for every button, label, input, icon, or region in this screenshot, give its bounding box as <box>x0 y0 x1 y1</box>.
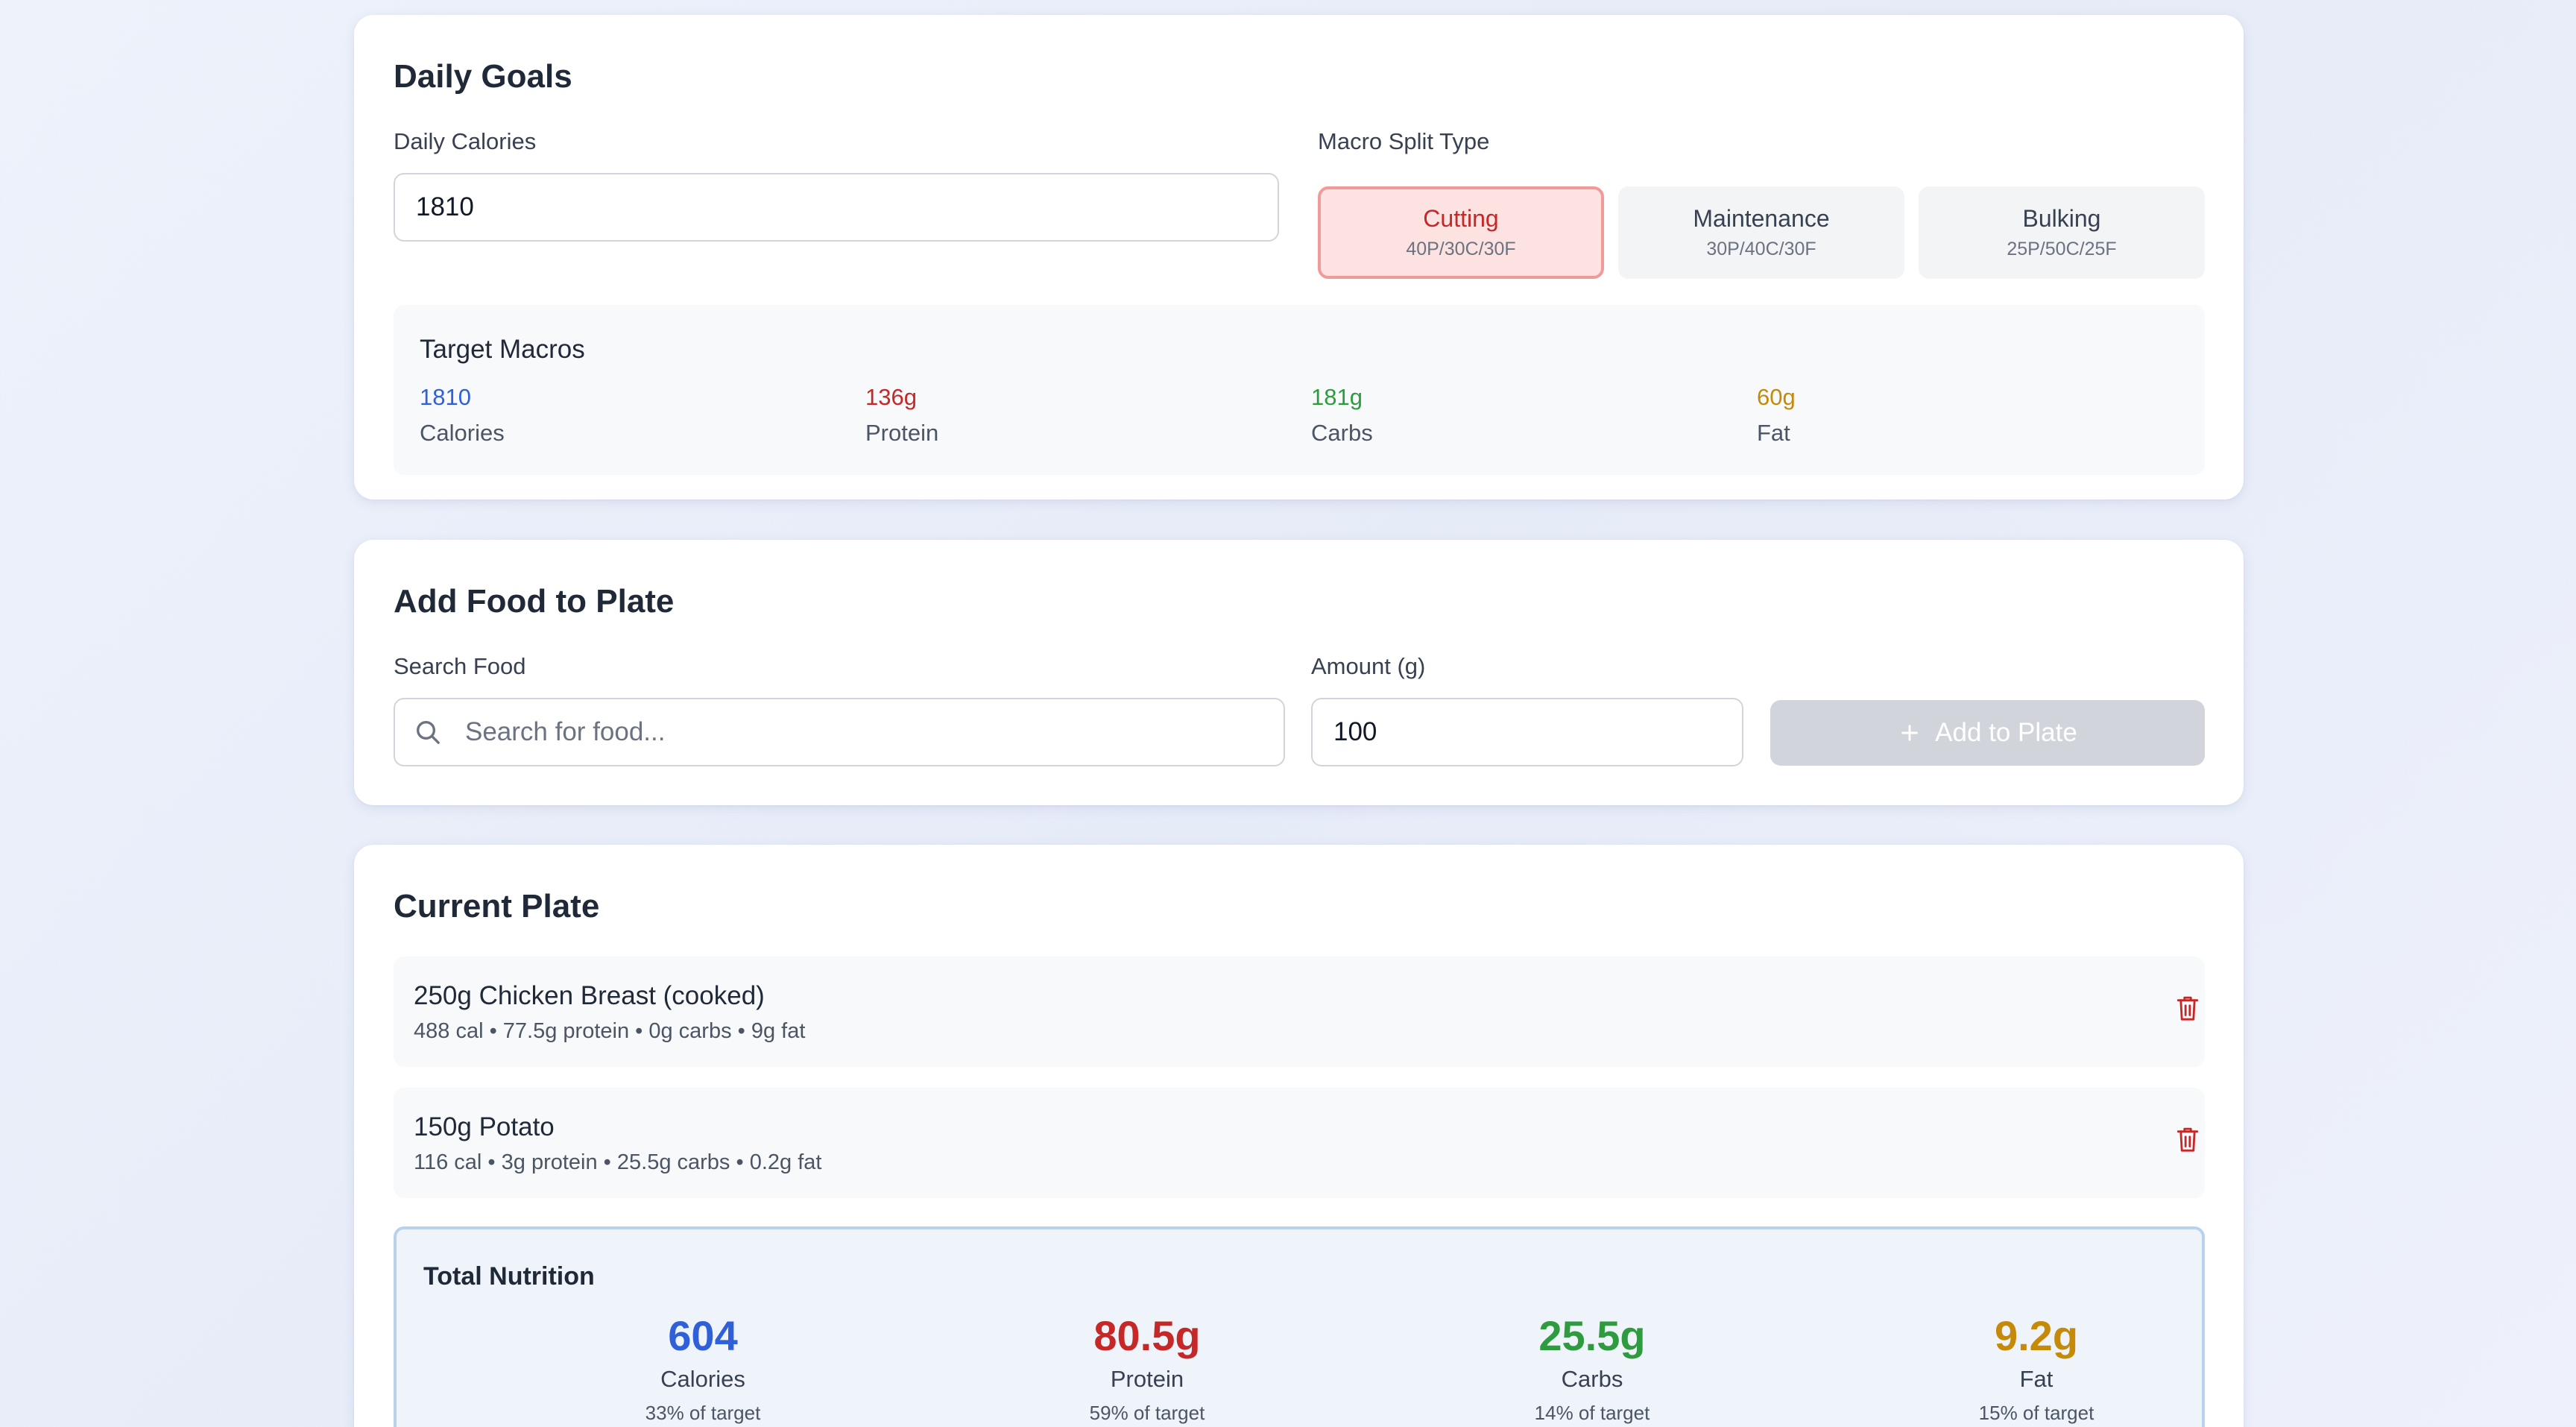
total-fat-value: 9.2g <box>1994 1312 2079 1359</box>
split-ratio: 30P/40C/30F <box>1706 239 1816 259</box>
target-carbs-label: Carbs <box>1311 420 1373 446</box>
target-carbs: 181g Carbs <box>1311 384 1373 447</box>
split-ratio: 40P/30C/30F <box>1406 239 1516 259</box>
search-icon <box>413 717 443 747</box>
search-food-label: Search Food <box>394 653 526 679</box>
total-carbs-label: Carbs <box>1561 1366 1623 1392</box>
plate-item-detail: 116 cal • 3g protein • 25.5g carbs • 0.2… <box>414 1150 822 1174</box>
amount-label: Amount (g) <box>1311 653 1426 679</box>
total-protein-pct: 59% of target <box>1089 1402 1205 1424</box>
target-calories-label: Calories <box>420 420 505 446</box>
total-fat-pct: 15% of target <box>1978 1402 2094 1424</box>
split-ratio: 25P/50C/25F <box>2007 239 2117 259</box>
daily-calories-label: Daily Calories <box>394 128 537 154</box>
split-name: Bulking <box>2022 205 2101 232</box>
plate-item: 250g Chicken Breast (cooked) 488 cal • 7… <box>394 957 2205 1067</box>
total-fat-label: Fat <box>2019 1366 2053 1392</box>
macro-split-label: Macro Split Type <box>1318 128 1490 154</box>
total-protein-value: 80.5g <box>1093 1312 1201 1359</box>
target-protein: 136g Protein <box>865 384 938 447</box>
target-calories: 1810 Calories <box>420 384 505 447</box>
target-fat-value: 60g <box>1757 384 1796 410</box>
add-to-plate-button[interactable]: Add to Plate <box>1770 700 2205 766</box>
total-carbs: 25.5g Carbs 14% of target <box>1443 1311 1741 1425</box>
plus-icon <box>1898 721 1922 745</box>
search-food-input[interactable]: Search for food... <box>394 698 1285 766</box>
total-calories-pct: 33% of target <box>645 1402 761 1424</box>
target-fat: 60g Fat <box>1757 384 1796 447</box>
target-calories-value: 1810 <box>420 384 471 410</box>
target-protein-value: 136g <box>865 384 917 410</box>
plate-item-title: 250g Chicken Breast (cooked) <box>414 981 765 1010</box>
total-carbs-value: 25.5g <box>1538 1312 1646 1359</box>
total-calories: 604 Calories 33% of target <box>554 1311 852 1425</box>
current-plate-card: Current Plate 250g Chicken Breast (cooke… <box>354 845 2244 1427</box>
current-plate-title: Current Plate <box>394 888 600 924</box>
daily-calories-input[interactable]: 1810 <box>394 173 1279 242</box>
total-fat: 9.2g Fat 15% of target <box>1887 1311 2185 1425</box>
trash-icon[interactable] <box>2175 1125 2206 1161</box>
target-macros-panel: Target Macros 1810 Calories 136g Protein… <box>394 305 2205 475</box>
daily-goals-card: Daily Goals Daily Calories 1810 Macro Sp… <box>354 15 2244 500</box>
total-carbs-pct: 14% of target <box>1534 1402 1650 1424</box>
plate-item-detail: 488 cal • 77.5g protein • 0g carbs • 9g … <box>414 1019 806 1043</box>
split-cutting-button[interactable]: Cutting 40P/30C/30F <box>1318 186 1604 279</box>
split-maintenance-button[interactable]: Maintenance 30P/40C/30F <box>1618 186 1904 279</box>
plate-item: 150g Potato 116 cal • 3g protein • 25.5g… <box>394 1088 2205 1198</box>
amount-input[interactable]: 100 <box>1311 698 1743 766</box>
split-name: Maintenance <box>1693 205 1830 232</box>
trash-icon[interactable] <box>2175 994 2206 1030</box>
add-food-card: Add Food to Plate Search Food Search for… <box>354 540 2244 805</box>
split-bulking-button[interactable]: Bulking 25P/50C/25F <box>1919 186 2205 279</box>
target-macros-title: Target Macros <box>420 335 585 364</box>
target-carbs-value: 181g <box>1311 384 1363 410</box>
total-calories-label: Calories <box>660 1366 745 1392</box>
search-placeholder: Search for food... <box>465 717 666 746</box>
total-nutrition-panel: Total Nutrition 604 Calories 33% of targ… <box>394 1226 2205 1427</box>
total-protein: 80.5g Protein 59% of target <box>998 1311 1296 1425</box>
target-protein-label: Protein <box>865 420 939 446</box>
daily-goals-title: Daily Goals <box>394 58 572 95</box>
total-protein-label: Protein <box>1110 1366 1184 1392</box>
plate-item-title: 150g Potato <box>414 1112 555 1141</box>
split-name: Cutting <box>1423 205 1499 232</box>
total-nutrition-title: Total Nutrition <box>423 1262 595 1291</box>
total-calories-value: 604 <box>668 1312 738 1359</box>
add-to-plate-label: Add to Plate <box>1935 718 2077 747</box>
target-fat-label: Fat <box>1757 420 1790 446</box>
add-food-title: Add Food to Plate <box>394 583 675 620</box>
